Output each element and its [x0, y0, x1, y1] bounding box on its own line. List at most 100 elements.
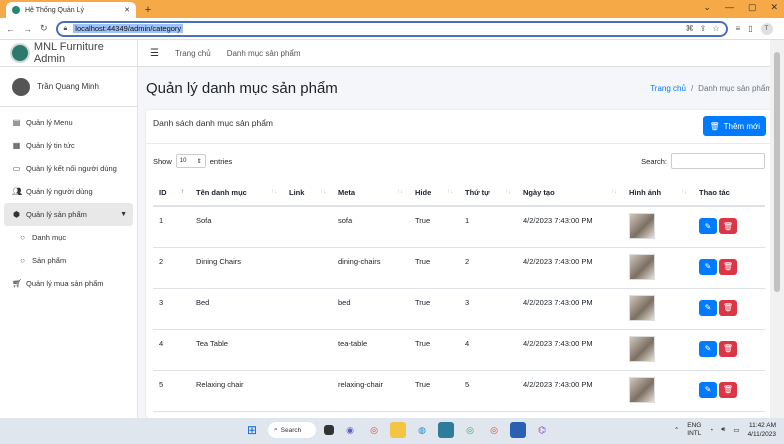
forward-icon[interactable]: →	[23, 24, 32, 34]
col-header-id[interactable]: ID ↑	[153, 180, 190, 207]
edit-button[interactable]: ✎	[699, 340, 717, 357]
chat-icon[interactable]: ◉	[342, 422, 358, 438]
col-header-created[interactable]: Ngày tạo ↑↓	[517, 180, 623, 207]
sidebar-item-product-list[interactable]: ○ Sản phẩm	[4, 249, 133, 272]
length-select[interactable]: 10 ⇕	[175, 154, 206, 168]
chevron-down-icon[interactable]: ⌄	[703, 2, 711, 13]
windows-start-icon[interactable]: ⊞	[244, 422, 260, 438]
taskbar-search[interactable]: ⌕ Search	[268, 422, 316, 438]
sort-icon: ↑↓	[611, 189, 617, 195]
lock-icon[interactable]: 🔒︎	[64, 25, 68, 33]
cell-image	[623, 288, 693, 330]
back-icon[interactable]: ←	[6, 24, 15, 34]
scrollbar-thumb[interactable]	[774, 52, 780, 292]
translate-icon[interactable]: ⌘	[686, 24, 694, 33]
page-scrollbar[interactable]	[770, 40, 784, 418]
word-icon[interactable]	[510, 422, 526, 438]
new-tab-button[interactable]: +	[140, 2, 156, 18]
maximize-icon[interactable]: ▢	[748, 2, 757, 13]
file-explorer-icon[interactable]	[390, 422, 406, 438]
edit-button[interactable]: ✎	[699, 258, 717, 275]
tray-chevron-icon[interactable]: ⌃	[674, 426, 679, 434]
delete-button[interactable]: 🗑︎	[719, 381, 737, 398]
search-input[interactable]	[671, 153, 765, 169]
sidebar-item-label: Quản lý sản phẩm	[26, 210, 87, 219]
add-new-button[interactable]: 🗑︎ Thêm mới	[703, 116, 766, 136]
delete-button[interactable]: 🗑︎	[719, 218, 737, 234]
nav-category-link[interactable]: Danh mục sản phẩm	[227, 49, 301, 58]
cell-name: Relaxing chair	[190, 370, 283, 412]
share-icon[interactable]: ⇪	[700, 24, 707, 33]
close-tab-icon[interactable]: ✕	[124, 6, 130, 14]
minimize-icon[interactable]: —	[725, 2, 734, 13]
visual-studio-icon[interactable]: ⌬	[534, 422, 550, 438]
delete-button[interactable]: 🗑︎	[719, 258, 737, 275]
profile-avatar[interactable]: T	[760, 22, 773, 35]
col-header-label: Thứ tự	[465, 188, 490, 197]
brand-link[interactable]: MNL Furniture Admin	[0, 40, 137, 67]
category-thumbnail	[629, 335, 655, 362]
url-text[interactable]: localhost:44349/admin/category	[73, 24, 184, 33]
nav-home-link[interactable]: Trang chủ	[175, 49, 211, 58]
col-header-order[interactable]: Thứ tự ↑↓	[459, 180, 517, 207]
edit-button[interactable]: ✎	[699, 218, 717, 234]
cell-hide: True	[409, 247, 459, 289]
sidebar-item-label: Danh mục	[32, 233, 67, 242]
cell-name: Bed	[190, 288, 283, 330]
sort-icon: ↑↓	[271, 189, 277, 195]
sidebar-item-news[interactable]: ▦ Quản lý tin tức	[4, 134, 133, 157]
chrome-alt-icon[interactable]: ◎	[486, 422, 502, 438]
col-header-hide[interactable]: Hide ↑↓	[409, 180, 459, 207]
delete-button[interactable]: 🗑︎	[719, 340, 737, 357]
edit-button[interactable]: ✎	[699, 381, 717, 398]
address-bar[interactable]: 🔒︎ localhost:44349/admin/category ⌘ ⇪ ☆	[55, 20, 728, 37]
close-icon[interactable]: ✕	[770, 2, 778, 13]
cell-order: 2	[459, 247, 517, 289]
store-icon[interactable]	[438, 422, 454, 438]
extensions-icon[interactable]: ≡	[736, 24, 741, 33]
taskbar-apps: ⊞ ⌕ Search ◉ ◎ ◍ ◎ ◎ ⌬	[244, 422, 550, 438]
col-header-image[interactable]: Hình ảnh ↑↓	[623, 180, 693, 207]
sidebar-item-products[interactable]: ⬢ Quản lý sản phẩm ▼	[4, 203, 133, 226]
col-header-link[interactable]: Link ↑↓	[283, 180, 332, 207]
task-view-icon[interactable]	[324, 425, 334, 435]
table-icon: ▤	[12, 118, 21, 127]
search-label: Search:	[641, 156, 667, 166]
cell-actions: ✎ 🗑︎	[693, 370, 765, 412]
chrome-icon[interactable]: ◎	[366, 422, 382, 438]
delete-button[interactable]: 🗑︎	[719, 299, 737, 316]
language-indicator[interactable]: ENG INTL	[687, 422, 701, 438]
cell-image	[623, 329, 693, 371]
brand-name: MNL Furniture Admin	[33, 41, 104, 65]
clock[interactable]: 11:42 AM 4/11/2023	[748, 421, 776, 439]
browser-tab[interactable]: Hệ Thống Quản Lý ✕	[6, 2, 136, 18]
wifi-icon[interactable]: ◔	[709, 427, 713, 434]
cell-name: Dining Chairs	[190, 247, 283, 289]
volume-icon[interactable]: 🔊︎	[721, 426, 725, 434]
breadcrumb-home-link[interactable]: Trang chủ	[650, 84, 686, 93]
cell-link	[283, 370, 332, 412]
table-row: 5 Relaxing chair relaxing-chair True 5 4…	[153, 370, 765, 412]
length-value: 10	[179, 158, 187, 164]
sidebar-item-purchases[interactable]: 🛒︎ Quản lý mua sản phẩm	[4, 272, 133, 295]
user-panel[interactable]: Trần Quang Minh	[0, 67, 137, 107]
cell-created: 4/2/2023 7:43:00 PM	[517, 370, 623, 412]
reload-icon[interactable]: ↻	[40, 23, 48, 34]
box-icon: ⬢	[13, 210, 20, 219]
sidebar-item-category[interactable]: ○ Danh mục	[4, 226, 133, 249]
sidebar-item-users[interactable]: 👥︎ Quản lý người dùng	[4, 180, 133, 203]
hamburger-icon[interactable]: ☰	[150, 48, 159, 59]
edge-icon[interactable]: ◍	[414, 422, 430, 438]
cell-actions: ✎ 🗑︎	[693, 329, 765, 371]
star-icon[interactable]: ☆	[712, 24, 719, 33]
edit-button[interactable]: ✎	[699, 299, 717, 316]
col-header-meta[interactable]: Meta ↑↓	[332, 180, 409, 207]
sidebar-item-user-connections[interactable]: ▭ Quản lý kết nối người dùng	[4, 157, 133, 180]
show-label: Show	[153, 156, 172, 166]
sidebar-toggle-icon[interactable]: ▯	[748, 24, 752, 33]
battery-icon[interactable]: ▭	[733, 426, 739, 434]
menu-kebab-icon[interactable]: ⋮	[781, 24, 784, 33]
col-header-name[interactable]: Tên danh mục ↑↓	[190, 180, 283, 207]
chrome-profile-icon[interactable]: ◎	[462, 422, 478, 438]
sidebar-item-menu[interactable]: ▤ Quản lý Menu	[4, 111, 133, 134]
